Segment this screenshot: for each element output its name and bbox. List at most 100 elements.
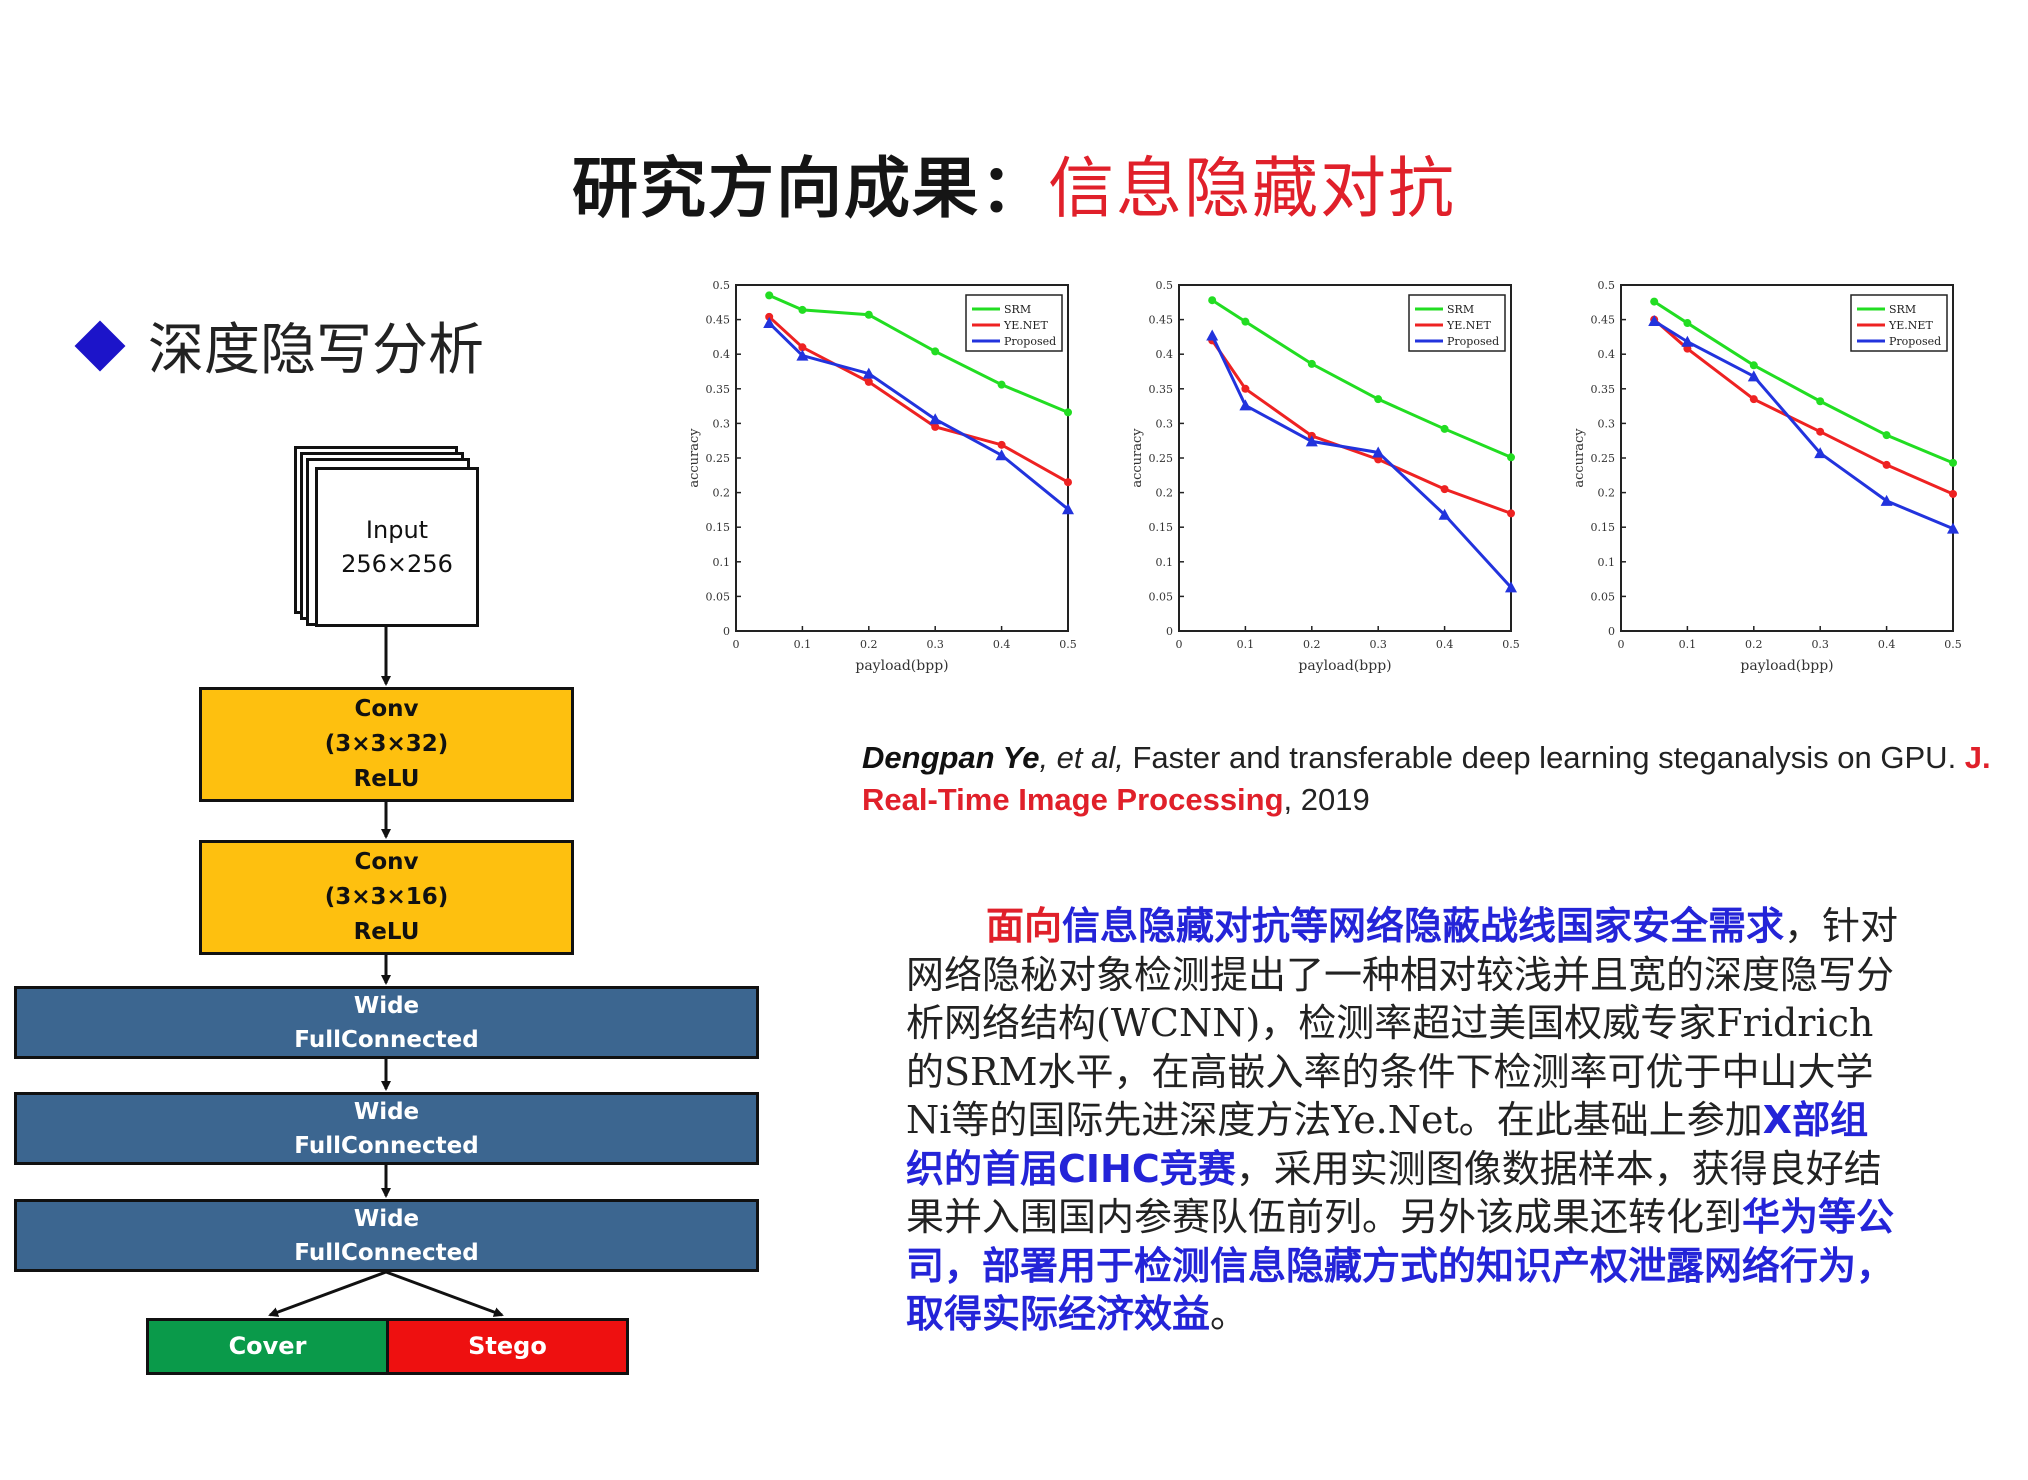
legend-label-1: YE.NET [1888, 319, 1933, 332]
data-point [1208, 296, 1217, 305]
data-point [1749, 395, 1758, 404]
legend-label-2: Proposed [1004, 335, 1056, 348]
y-tick-label: 0 [723, 625, 730, 638]
data-point [798, 305, 807, 314]
y-tick-label: 0.35 [706, 383, 731, 396]
x-tick-label: 0 [733, 638, 740, 651]
data-point [1440, 424, 1449, 433]
y-tick-label: 0.4 [1156, 348, 1174, 361]
y-tick-label: 0.2 [713, 487, 731, 500]
y-tick-label: 0.2 [1598, 487, 1616, 500]
data-point [997, 440, 1006, 449]
data-point [997, 380, 1006, 389]
x-tick-label: 0.1 [1679, 638, 1697, 651]
x-tick-label: 0.3 [1369, 638, 1387, 651]
slide: 研究方向成果：信息隐藏对抗 深度隐写分析 Input 256×256 Conv … [0, 0, 2028, 1480]
y-tick-label: 0.1 [1156, 556, 1174, 569]
arrow-fc3-to-stego [385, 1270, 504, 1317]
citation-title: Faster and transferable deep learning st… [1123, 740, 1957, 775]
y-axis-label: accuracy [1572, 428, 1587, 488]
accuracy-chart-3: 0 0.05 0.1 0.15 0.2 0.25 0.3 0.35 0.4 0.45 0.5 0 0.1… [1572, 279, 1962, 674]
legend-label-0: SRM [1889, 303, 1916, 316]
x-tick-label: 0.4 [993, 638, 1011, 651]
data-point [1307, 359, 1316, 368]
data-point [1683, 319, 1692, 328]
desc-end: 。 [1210, 1292, 1249, 1336]
legend-label-0: SRM [1447, 303, 1474, 316]
arrow-fc3-to-cover [268, 1270, 387, 1317]
x-tick-label: 0.2 [1303, 638, 1321, 651]
y-tick-label: 0.5 [713, 279, 731, 292]
data-point [864, 310, 873, 319]
y-tick-label: 0.25 [1149, 452, 1174, 465]
y-tick-label: 0.05 [706, 590, 731, 603]
y-tick-label: 0.45 [1149, 314, 1174, 327]
data-point [1507, 453, 1515, 462]
description-paragraph: 面向信息隐藏对抗等网络隐蔽战线国家安全需求，针对网络隐秘对象检测提出了一种相对较… [906, 902, 1906, 1339]
y-tick-label: 0.15 [1591, 521, 1616, 534]
citation-author: Dengpan Ye [862, 740, 1040, 775]
y-tick-label: 0.35 [1591, 383, 1616, 396]
data-point [1949, 489, 1957, 498]
y-tick-label: 0.25 [1591, 452, 1616, 465]
data-point [1241, 317, 1250, 326]
data-point [1241, 384, 1250, 393]
title-topic: 信息隐藏对抗 [1048, 150, 1456, 227]
legend-label-0: SRM [1004, 303, 1031, 316]
y-tick-label: 0 [1608, 625, 1615, 638]
data-point [1440, 485, 1449, 494]
legend-label-1: YE.NET [1003, 319, 1048, 332]
y-tick-label: 0.1 [1598, 556, 1616, 569]
x-tick-label: 0 [1618, 638, 1625, 651]
data-point [1949, 458, 1957, 467]
x-tick-label: 0.4 [1878, 638, 1896, 651]
data-point [1507, 509, 1515, 518]
y-tick-label: 0.45 [1591, 314, 1616, 327]
x-tick-label: 0.1 [1237, 638, 1255, 651]
data-point [1064, 408, 1072, 417]
citation-etal: , et al, [1039, 740, 1124, 775]
diagram-arrows [268, 627, 504, 1317]
desc-lead: 面向 [986, 904, 1063, 948]
data-point [1882, 460, 1891, 469]
data-point [1650, 297, 1659, 306]
y-tick-label: 0.5 [1156, 279, 1174, 292]
x-tick-label: 0.2 [1745, 638, 1763, 651]
y-tick-label: 0 [1166, 625, 1173, 638]
data-point [1882, 431, 1891, 440]
citation: Dengpan Ye, et al, Faster and transferab… [862, 737, 1992, 821]
data-point [1816, 427, 1825, 436]
y-tick-label: 0.35 [1149, 383, 1174, 396]
x-tick-label: 0.3 [1811, 638, 1829, 651]
legend-label-1: YE.NET [1446, 319, 1491, 332]
y-tick-label: 0.2 [1156, 487, 1174, 500]
y-tick-label: 0.3 [1598, 417, 1616, 430]
legend-label-2: Proposed [1447, 335, 1499, 348]
x-tick-label: 0.5 [1502, 638, 1520, 651]
data-point [1374, 395, 1383, 404]
data-point [1816, 397, 1825, 406]
y-tick-label: 0.15 [1149, 521, 1174, 534]
y-tick-label: 0.1 [713, 556, 731, 569]
data-point [765, 291, 774, 300]
x-axis-label: payload(bpp) [1740, 658, 1833, 674]
y-axis-label: accuracy [1130, 428, 1145, 488]
x-tick-label: 0.2 [860, 638, 878, 651]
y-tick-label: 0.3 [713, 417, 731, 430]
y-tick-label: 0.4 [1598, 348, 1616, 361]
x-tick-label: 0.4 [1436, 638, 1454, 651]
y-tick-label: 0.25 [706, 452, 731, 465]
accuracy-chart-2: 0 0.05 0.1 0.15 0.2 0.25 0.3 0.35 0.4 0.45 0.5 0 0.1… [1130, 279, 1520, 674]
x-tick-label: 0.5 [1944, 638, 1962, 651]
x-tick-label: 0 [1176, 638, 1183, 651]
x-axis-label: payload(bpp) [1298, 658, 1391, 674]
y-tick-label: 0.3 [1156, 417, 1174, 430]
desc-highlight-need: 信息隐藏对抗等网络隐蔽战线国家安全需求 [1062, 904, 1785, 948]
accuracy-chart-1: 0 0.05 0.1 0.15 0.2 0.25 0.3 0.35 0.4 0.45 0.5 0 0.1… [687, 279, 1077, 674]
x-tick-label: 0.1 [794, 638, 812, 651]
x-tick-label: 0.3 [926, 638, 944, 651]
data-point [1749, 361, 1758, 370]
y-tick-label: 0.5 [1598, 279, 1616, 292]
y-tick-label: 0.45 [706, 314, 731, 327]
y-tick-label: 0.05 [1591, 590, 1616, 603]
